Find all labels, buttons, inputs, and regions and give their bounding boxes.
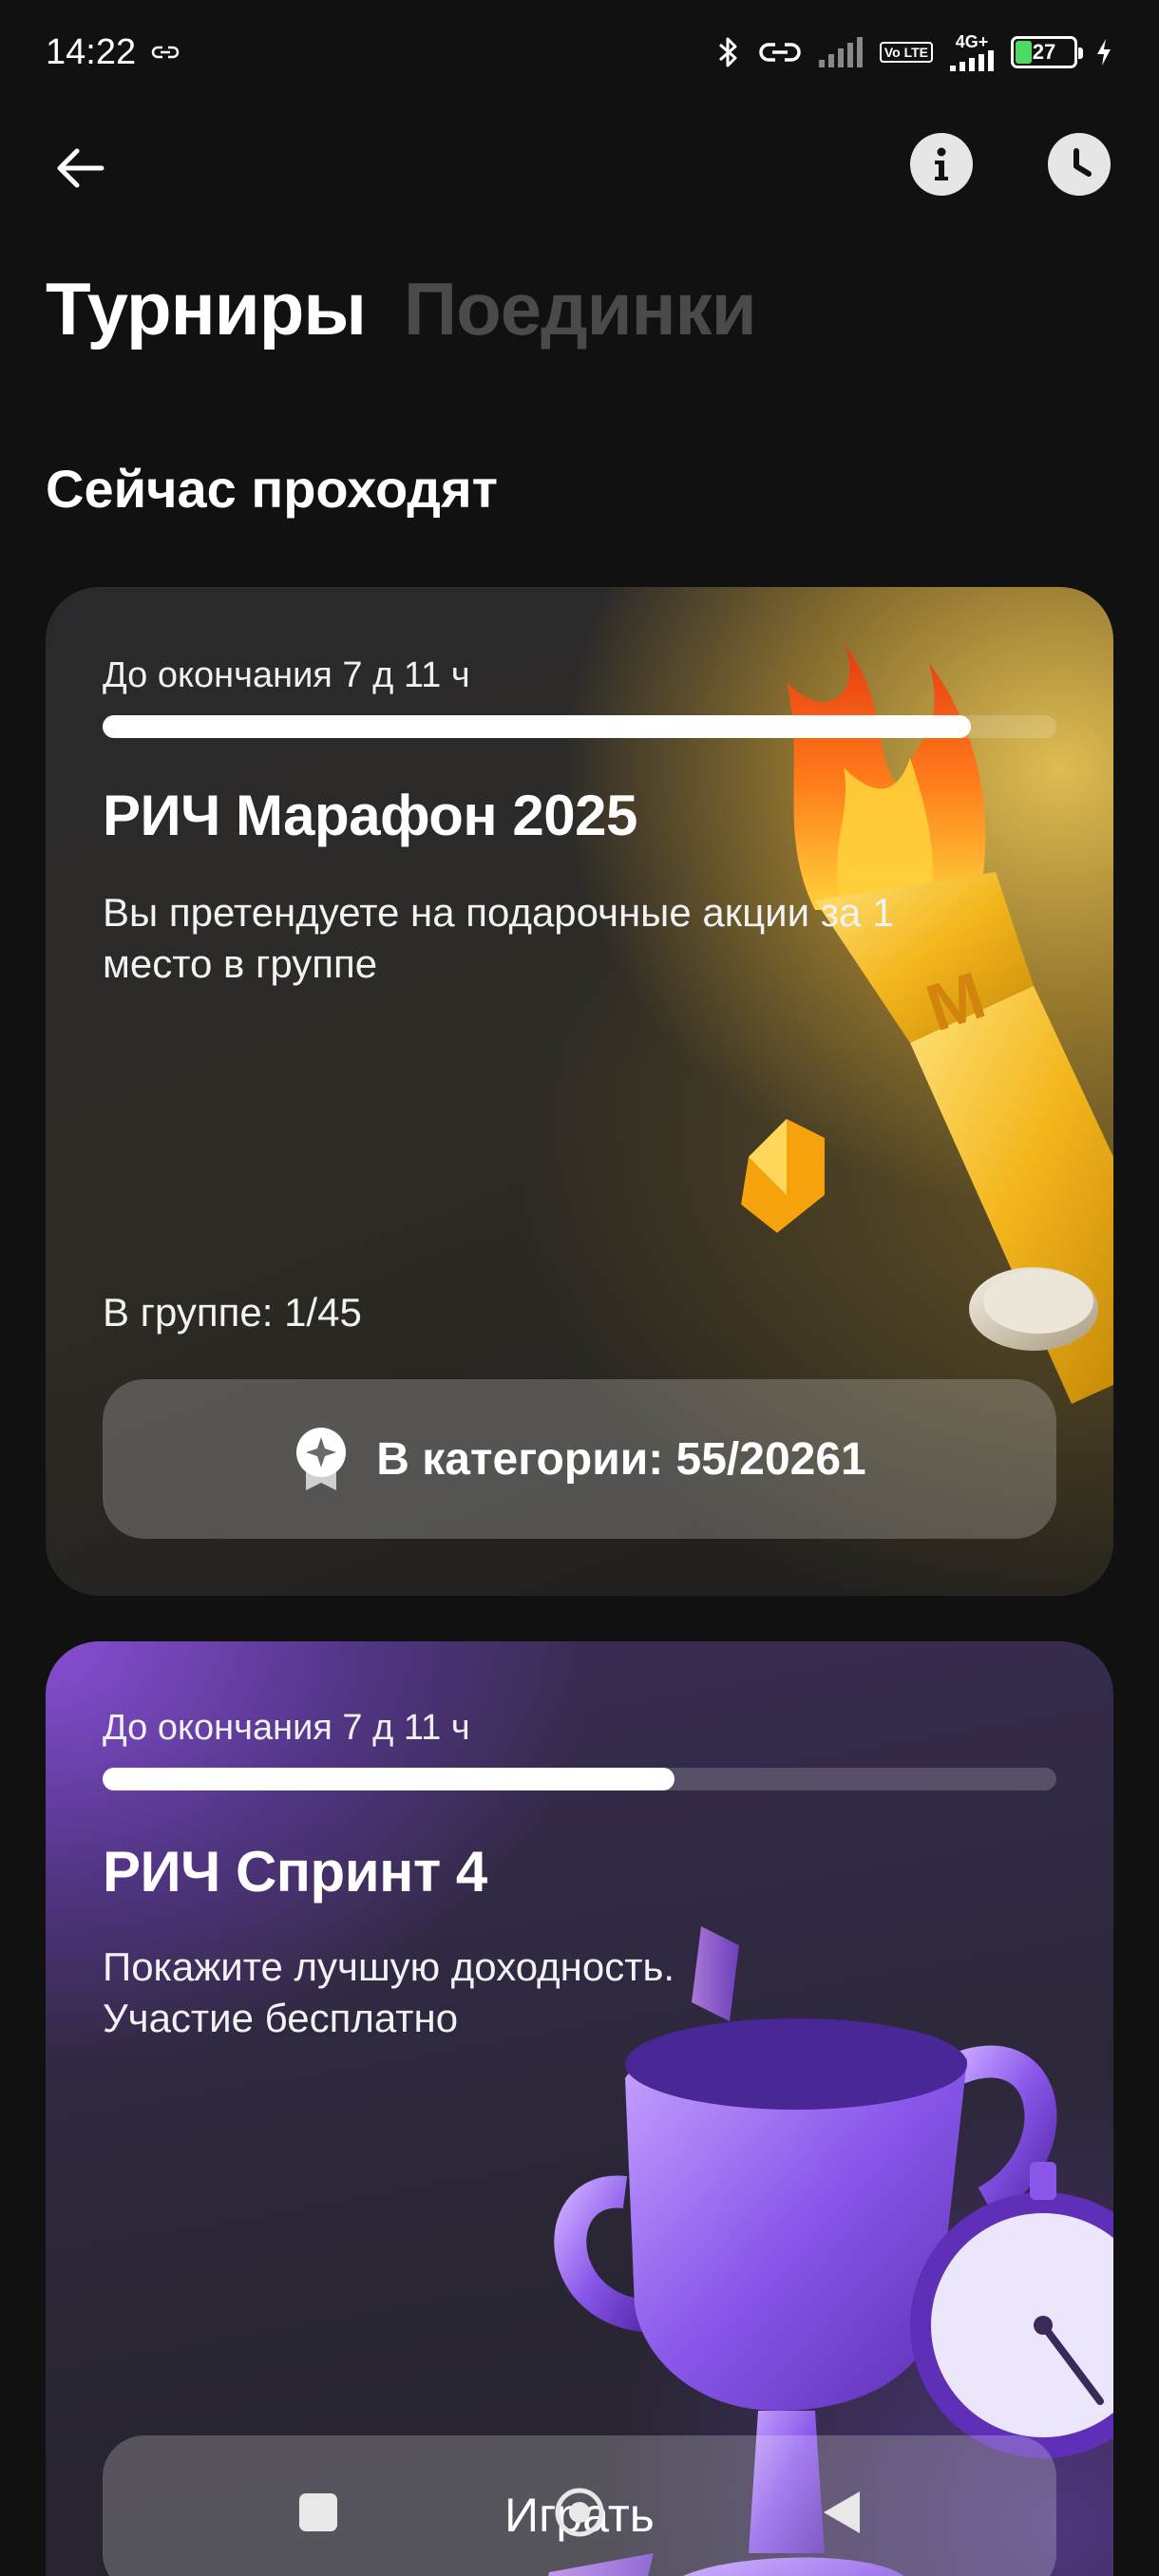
progress-bar (103, 715, 1056, 738)
link-icon (759, 43, 801, 62)
group-rank: В группе: 1/45 (103, 1290, 362, 1335)
recent-apps-button[interactable] (290, 2484, 347, 2541)
triangle-back-icon (824, 2491, 860, 2533)
link-icon (151, 46, 180, 59)
battery-icon: 27 (1011, 36, 1083, 68)
clock-icon (1074, 148, 1092, 177)
system-nav-bar (0, 2460, 1159, 2565)
progress-bar (103, 1768, 1056, 1790)
circle-icon (555, 2488, 604, 2537)
tournament-card-marathon[interactable]: M До окончания 7 д 11 ч РИЧ Марафон 2025… (46, 587, 1113, 1596)
tournament-card-sprint[interactable]: До окончания 7 д 11 ч РИЧ Спринт 4 Покаж… (46, 1641, 1113, 2576)
bluetooth-icon (718, 37, 737, 67)
card-deadline-block: До окончания 7 д 11 ч (103, 1708, 1056, 1790)
status-left: 14:22 (46, 32, 180, 73)
tab-duels[interactable]: Поединки (404, 266, 757, 352)
network-indicator: 4G+ (950, 33, 994, 71)
top-bar (0, 123, 1159, 209)
battery-level (1016, 41, 1033, 64)
back-button[interactable] (48, 135, 114, 201)
card-description: Покажите лучшую доходность. Участие бесп… (103, 1944, 675, 2040)
arrow-left-icon (57, 148, 104, 188)
info-icon (935, 147, 948, 180)
volte-badge: Vo LTE (879, 42, 933, 63)
category-rank-label: В категории: 55/20261 (376, 1433, 866, 1485)
badge-star-icon (296, 1428, 347, 1490)
info-button[interactable] (910, 133, 973, 196)
status-bar: 14:22 Vo LTE 4G+ 27 (0, 0, 1159, 104)
tab-tournaments[interactable]: Турниры (46, 266, 367, 352)
card-deadline-block: До окончания 7 д 11 ч (103, 655, 1056, 738)
progress-fill (103, 715, 971, 738)
card-title: РИЧ Спринт 4 (103, 1840, 487, 1904)
deadline-text: До окончания 7 д 11 ч (103, 655, 470, 695)
section-title: Сейчас проходят (46, 459, 499, 519)
deadline-text: До окончания 7 д 11 ч (103, 1708, 470, 1748)
progress-fill (103, 1768, 675, 1790)
system-back-button[interactable] (812, 2484, 869, 2541)
charging-icon (1097, 39, 1111, 66)
history-button[interactable] (1048, 133, 1111, 196)
tabs: Турниры Поединки (46, 266, 757, 352)
battery-percent: 27 (1032, 40, 1056, 64)
card-title: РИЧ Марафон 2025 (103, 784, 637, 847)
category-rank-button[interactable]: В категории: 55/20261 (103, 1379, 1056, 1539)
status-time: 14:22 (46, 31, 137, 72)
network-type: 4G+ (955, 32, 989, 51)
signal-icon (818, 37, 863, 67)
square-icon (299, 2493, 337, 2531)
signal-strength-icon (950, 50, 994, 71)
card-description: Вы претендуете на подарочные акции за 1 … (103, 890, 895, 986)
home-button[interactable] (551, 2484, 608, 2541)
status-right: Vo LTE 4G+ 27 (716, 33, 1113, 71)
